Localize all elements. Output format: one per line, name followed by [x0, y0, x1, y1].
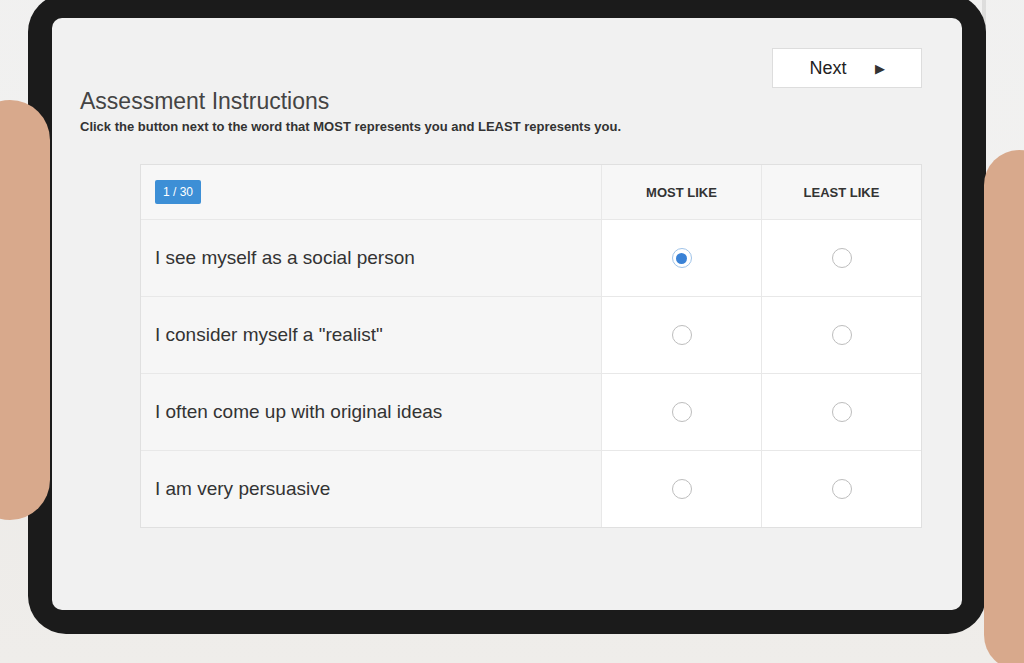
most-cell [601, 297, 761, 373]
statement-text: I consider myself a "realist" [141, 297, 601, 373]
next-button[interactable]: Next ▶ [772, 48, 922, 88]
column-header: LEAST LIKE [761, 165, 921, 219]
most-cell [601, 220, 761, 296]
assessment-table: 1 / 30 MOST LIKELEAST LIKE I see myself as… [140, 164, 922, 528]
header-row: 1 / 30 MOST LIKELEAST LIKE [141, 165, 921, 219]
least-radio[interactable] [832, 402, 852, 422]
least-cell [761, 220, 921, 296]
assessment-screen: Assessment Instructions Click the button … [52, 18, 962, 610]
statement-row: I consider myself a "realist" [141, 296, 921, 373]
progress-cell: 1 / 30 [141, 165, 601, 219]
statement-text: I am very persuasive [141, 451, 601, 527]
header: Assessment Instructions Click the button … [80, 48, 922, 134]
radio-dot [676, 253, 687, 264]
title-block: Assessment Instructions Click the button … [80, 88, 621, 134]
photo-scene: Assessment Instructions Click the button … [0, 0, 1024, 663]
least-cell [761, 374, 921, 450]
instructions: Click the button next to the word that M… [80, 119, 621, 134]
most-cell [601, 374, 761, 450]
statement-text: I often come up with original ideas [141, 374, 601, 450]
least-radio[interactable] [832, 325, 852, 345]
right-hand [984, 150, 1024, 663]
statement-text: I see myself as a social person [141, 220, 601, 296]
title: Assessment Instructions [80, 88, 621, 115]
most-radio[interactable] [672, 248, 692, 268]
progress-badge: 1 / 30 [155, 180, 201, 204]
most-radio[interactable] [672, 325, 692, 345]
least-cell [761, 451, 921, 527]
column-header: MOST LIKE [601, 165, 761, 219]
least-cell [761, 297, 921, 373]
tablet: Assessment Instructions Click the button … [28, 0, 986, 634]
most-cell [601, 451, 761, 527]
statement-row: I am very persuasive [141, 450, 921, 527]
statement-row: I often come up with original ideas [141, 373, 921, 450]
least-radio[interactable] [832, 248, 852, 268]
most-radio[interactable] [672, 479, 692, 499]
most-radio[interactable] [672, 402, 692, 422]
statement-row: I see myself as a social person [141, 219, 921, 296]
least-radio[interactable] [832, 479, 852, 499]
next-label: Next [809, 58, 846, 79]
left-hand [0, 100, 50, 520]
play-icon: ▶ [875, 61, 885, 76]
